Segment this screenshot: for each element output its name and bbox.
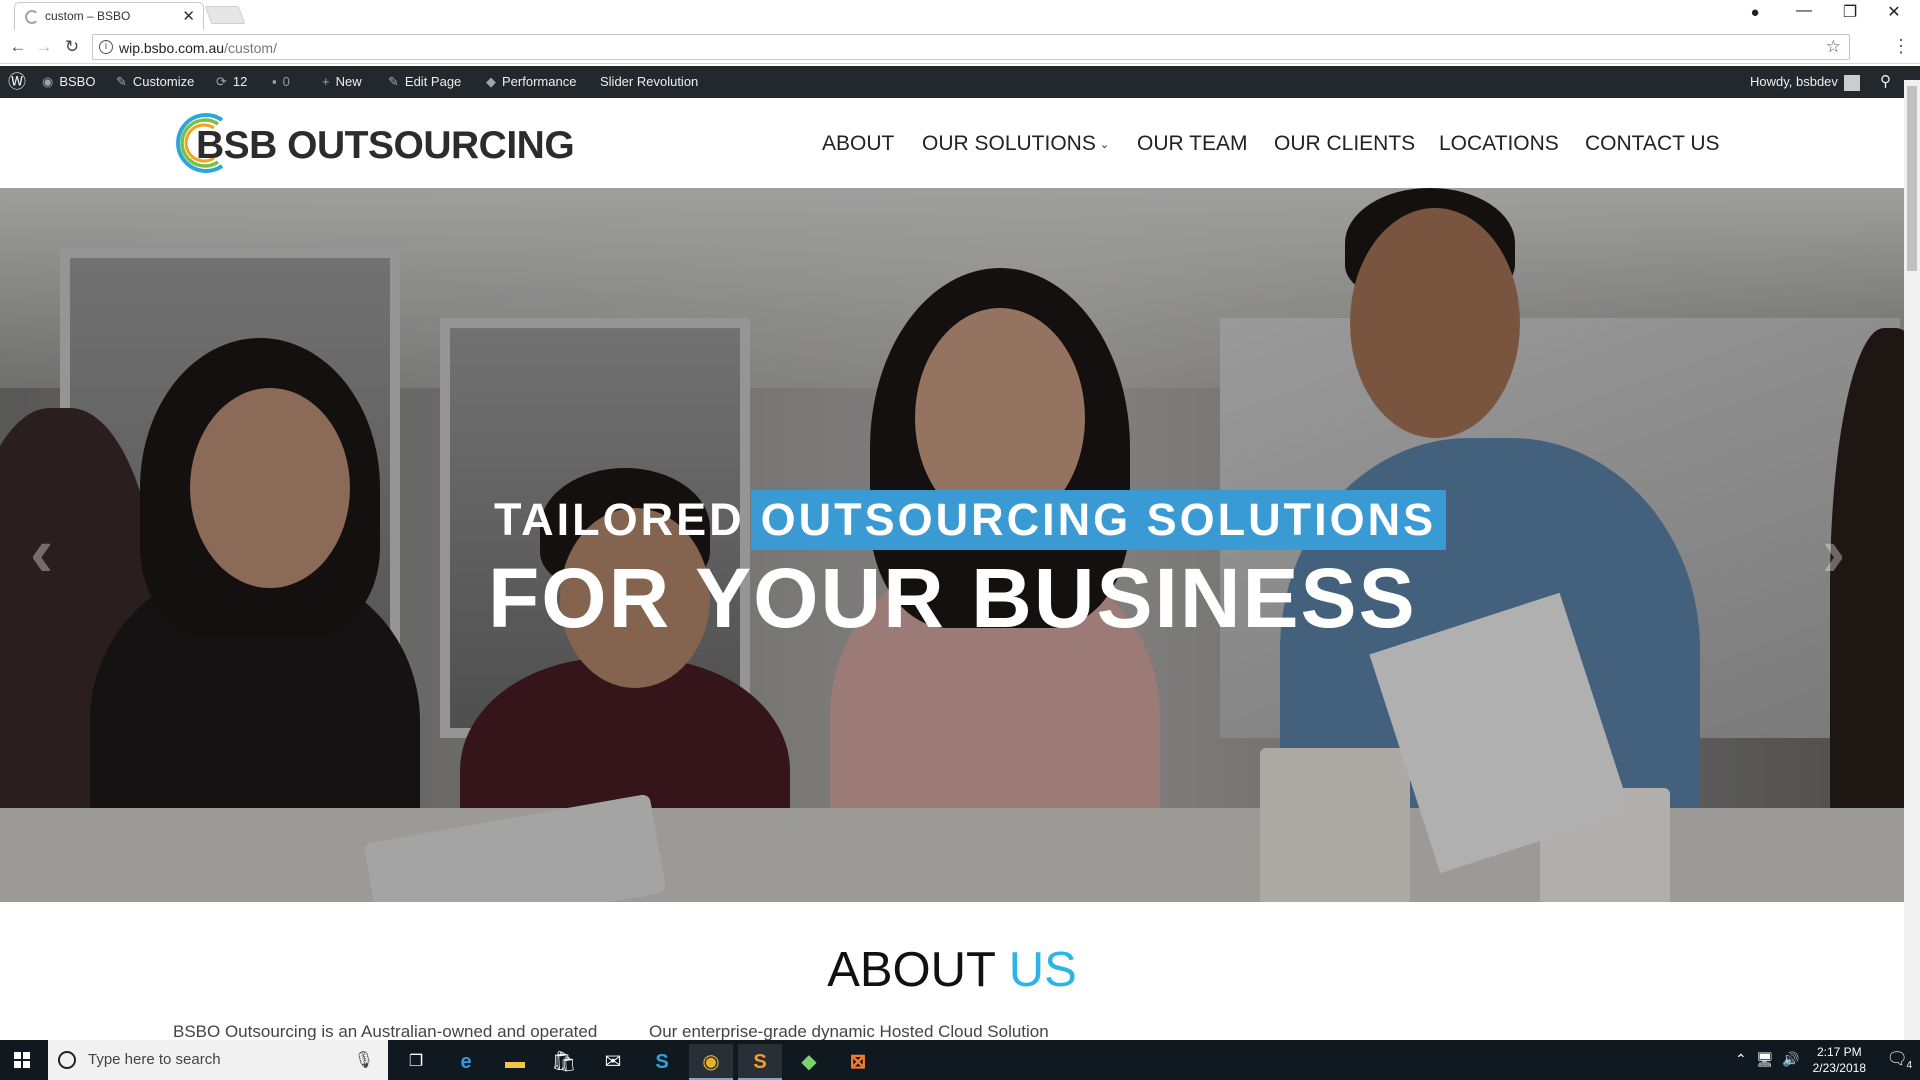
mail-icon[interactable]: ✉ [591, 1044, 635, 1080]
adminbar-updates[interactable]: ⟳ 12 [216, 66, 247, 98]
taskbar-search-placeholder: Type here to search [88, 1051, 221, 1068]
xampp-icon[interactable]: ⊠ [836, 1044, 880, 1080]
url-host: wip.bsbo.com.au [119, 40, 225, 56]
plus-icon: + [322, 74, 330, 89]
slider-prev-arrow-icon[interactable]: ‹ [30, 512, 53, 592]
hero-headline-highlight: OUTSOURCING SOLUTIONS [750, 490, 1447, 550]
url-path: /custom/ [224, 40, 277, 56]
forward-arrow-icon[interactable]: → [32, 37, 56, 57]
store-icon[interactable]: 🛍 [542, 1044, 586, 1080]
adminbar-updates-count: 12 [232, 74, 248, 89]
avatar [1843, 74, 1860, 91]
reload-icon[interactable]: ↻ [60, 37, 84, 57]
hero-headline-line1: TAILORED OUTSOURCING SOLUTIONS [494, 490, 1447, 550]
dashboard-icon: ◉ [42, 74, 54, 89]
chrome-icon[interactable]: ◉ [689, 1044, 733, 1080]
hero-slider: TAILORED OUTSOURCING SOLUTIONS FOR YOUR B… [0, 188, 1904, 902]
adminbar-edit-page-label: Edit Page [404, 74, 462, 89]
back-arrow-icon[interactable]: ← [6, 37, 30, 57]
performance-icon: ◆ [486, 74, 496, 89]
adminbar-customize[interactable]: ✎ Customize [116, 66, 194, 98]
nav-our-solutions[interactable]: OUR SOLUTIONS ⌄ [922, 132, 1109, 156]
cortana-icon [58, 1051, 76, 1069]
taskbar-clock[interactable]: 2:17 PM 2/23/2018 [1813, 1044, 1866, 1076]
adminbar-edit-page[interactable]: ✎ Edit Page [388, 66, 461, 98]
adminbar-slider-revolution[interactable]: Slider Revolution [600, 66, 698, 98]
page-scrollbar[interactable] [1904, 80, 1920, 1040]
adminbar-site[interactable]: ◉ BSBO [42, 66, 95, 98]
nav-our-solutions-label: OUR SOLUTIONS [922, 132, 1096, 155]
logo-text: BSB OUTSOURCING [196, 124, 575, 167]
restore-button[interactable]: ❐ [1830, 2, 1870, 22]
chevron-down-icon: ⌄ [1099, 139, 1110, 151]
clock-time: 2:17 PM [1816, 1045, 1862, 1059]
browser-tab[interactable]: custom – BSBO ✕ [14, 2, 204, 30]
edge-icon[interactable]: e [444, 1044, 488, 1080]
pencil-icon: ✎ [388, 74, 399, 89]
bookmark-star-icon[interactable]: ☆ [1826, 37, 1841, 57]
nav-locations[interactable]: LOCATIONS [1439, 132, 1559, 156]
wp-admin-bar: Ⓦ ◉ BSBO ✎ Customize ⟳ 12 ▪ 0 + New ✎ Edit Pag… [0, 66, 1920, 98]
nav-our-clients[interactable]: OUR CLIENTS [1274, 132, 1415, 156]
about-column-1: BSBO Outsourcing is an Australian-owned … [173, 1022, 598, 1040]
notification-count: 4 [1906, 1060, 1912, 1071]
chrome-menu-icon[interactable]: ⋮ [1892, 36, 1910, 57]
search-icon[interactable]: ⚲ [1880, 66, 1891, 98]
new-tab-button[interactable] [204, 6, 246, 24]
adminbar-howdy[interactable]: Howdy, bsbdev [1750, 66, 1860, 98]
loading-favicon-icon [25, 10, 39, 24]
adminbar-performance-label: Performance [502, 74, 577, 89]
info-icon[interactable]: i [99, 40, 113, 54]
sublime-text-icon[interactable]: S [738, 1044, 782, 1080]
hero-headline-prefix: TAILORED [494, 494, 745, 545]
minimize-button[interactable]: — [1784, 2, 1824, 20]
address-bar[interactable]: i wip.bsbo.com.au/custom/ ☆ [92, 34, 1850, 60]
tab-title: custom – BSBO [45, 9, 131, 23]
adminbar-comments-count: 0 [282, 74, 290, 89]
about-heading: ABOUT US [0, 942, 1904, 998]
tray-chevron-up-icon[interactable]: ⌃ [1735, 1051, 1747, 1068]
clock-date: 2/23/2018 [1812, 1061, 1866, 1075]
about-heading-part2: US [1008, 943, 1077, 997]
about-column-2: Our enterprise-grade dynamic Hosted Clou… [649, 1022, 1049, 1040]
skype-icon[interactable]: S [640, 1044, 684, 1080]
scrollbar-thumb[interactable] [1907, 86, 1917, 271]
close-window-button[interactable]: ✕ [1874, 2, 1914, 22]
action-center-icon[interactable]: 🗨 [1886, 1049, 1908, 1069]
comment-icon: ▪ [272, 74, 277, 89]
nav-our-team[interactable]: OUR TEAM [1137, 132, 1247, 156]
adminbar-howdy-label: Howdy, bsbdev [1750, 74, 1838, 89]
taskbar-search-box[interactable]: Type here to search 🎙 [48, 1040, 388, 1080]
adminbar-customize-label: Customize [132, 74, 195, 89]
site-header: BSB OUTSOURCING ABOUT OUR SOLUTIONS ⌄ OUR… [0, 98, 1904, 188]
site-logo[interactable]: BSB OUTSOURCING [170, 110, 575, 176]
git-app-icon[interactable]: ◆ [787, 1044, 831, 1080]
browser-tabstrip: custom – BSBO ✕ ● — ❐ ✕ [0, 0, 1920, 30]
slider-next-arrow-icon[interactable]: › [1822, 512, 1845, 592]
task-view-icon[interactable]: ❐ [394, 1044, 438, 1080]
adminbar-new[interactable]: + New [322, 66, 362, 98]
profile-icon[interactable]: ● [1735, 4, 1775, 21]
windows-taskbar: Type here to search 🎙 ❐ e ▬ 🛍 ✉ S ◉ S ◆ … [0, 1040, 1920, 1080]
adminbar-comments[interactable]: ▪ 0 [272, 66, 290, 98]
adminbar-site-label: BSBO [59, 74, 96, 89]
windows-start-icon[interactable] [14, 1052, 31, 1069]
network-icon[interactable]: 🖥 [1756, 1051, 1774, 1068]
browser-toolbar: ← → ↻ i wip.bsbo.com.au/custom/ ☆ ⋮ [0, 30, 1920, 64]
microphone-icon[interactable]: 🎙 [354, 1050, 374, 1070]
hero-headline-line2: FOR YOUR BUSINESS [488, 551, 1417, 645]
nav-about[interactable]: ABOUT [822, 132, 894, 156]
file-explorer-icon[interactable]: ▬ [493, 1044, 537, 1080]
about-heading-part1: ABOUT [827, 943, 996, 997]
adminbar-new-label: New [335, 74, 362, 89]
updates-icon: ⟳ [216, 74, 227, 89]
url-text: wip.bsbo.com.au/custom/ [119, 40, 277, 56]
brush-icon: ✎ [116, 74, 127, 89]
wordpress-logo-icon[interactable]: Ⓦ [8, 66, 26, 98]
adminbar-performance[interactable]: ◆ Performance [486, 66, 576, 98]
nav-contact-us[interactable]: CONTACT US [1585, 132, 1720, 156]
tab-close-icon[interactable]: ✕ [182, 7, 195, 25]
volume-icon[interactable]: 🔊 [1782, 1051, 1799, 1068]
